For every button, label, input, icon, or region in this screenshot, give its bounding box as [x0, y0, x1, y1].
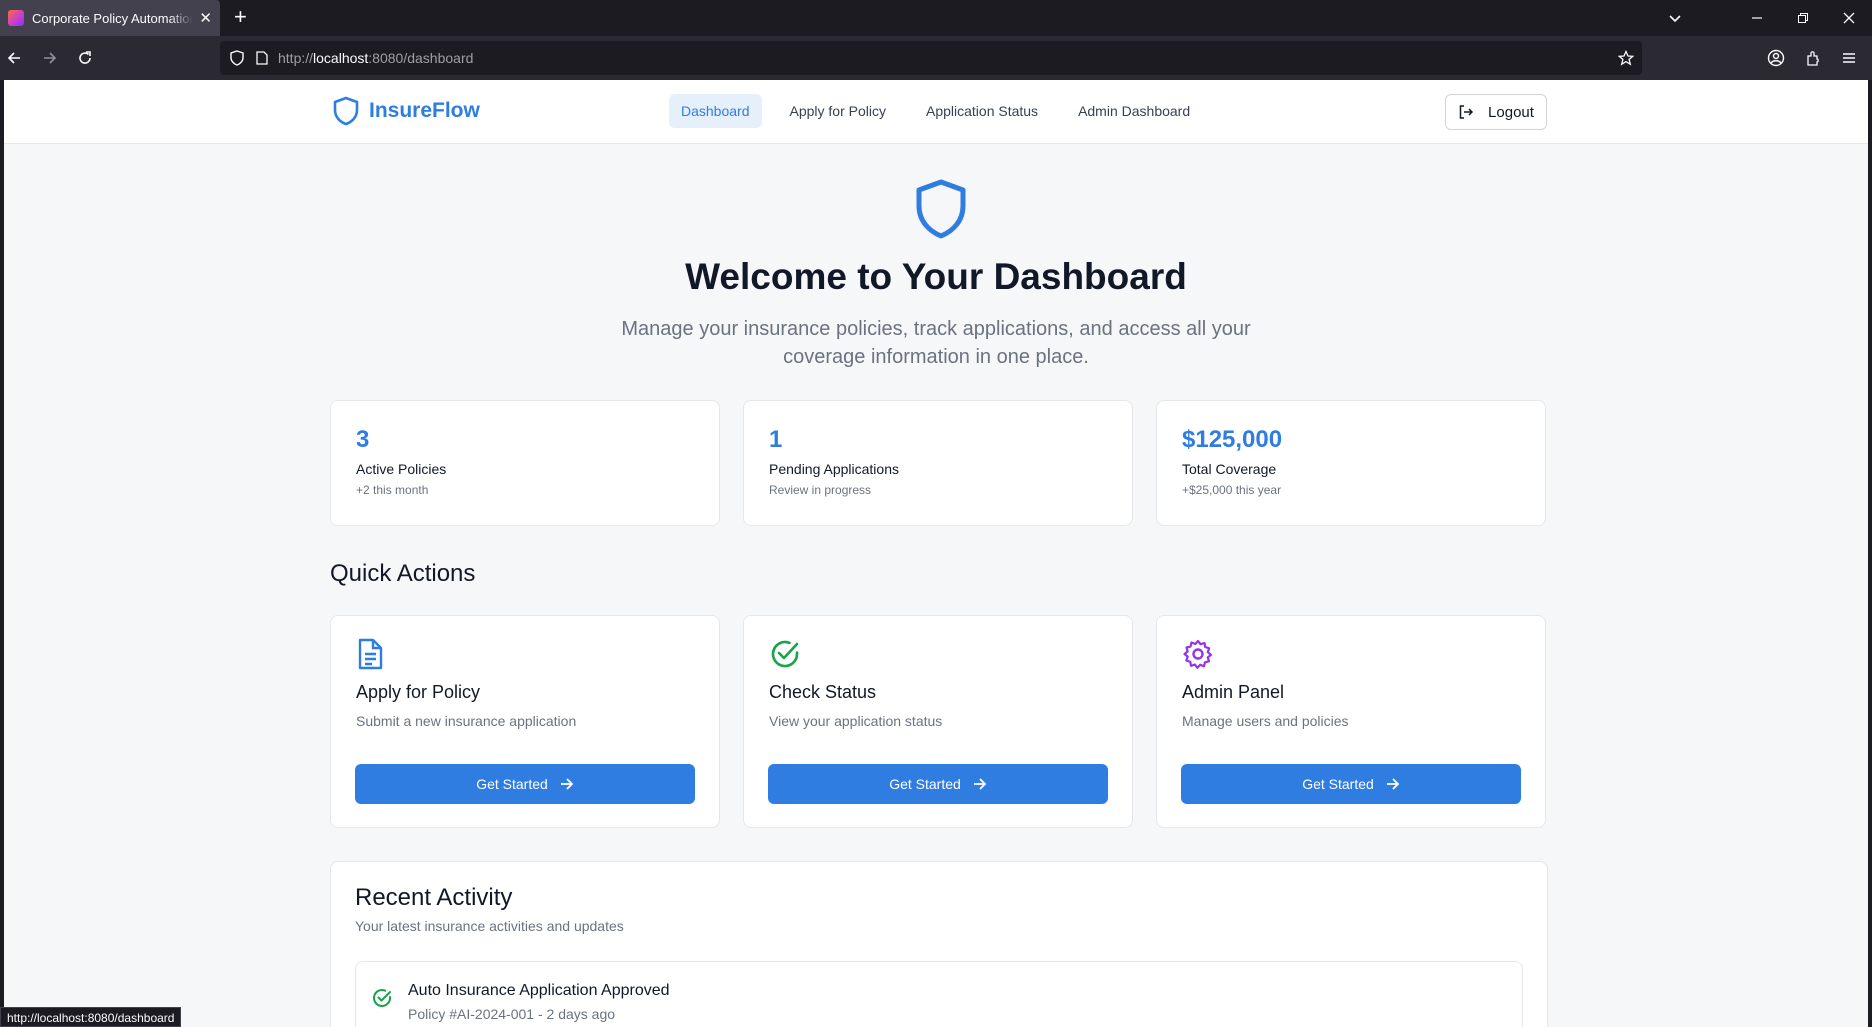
- shield-tracking-icon[interactable]: [230, 50, 244, 66]
- nav-dashboard[interactable]: Dashboard: [669, 94, 762, 128]
- arrow-right-icon: [973, 777, 987, 791]
- action-card-status: Check Status View your application statu…: [743, 615, 1133, 828]
- stat-value: 3: [356, 426, 370, 453]
- status-bar-url: http://localhost:8080/dashboard: [0, 1007, 182, 1027]
- new-tab-icon[interactable]: +: [234, 6, 247, 28]
- action-title: Apply for Policy: [356, 682, 481, 702]
- stat-card-pending-applications: 1 Pending Applications Review in progres…: [743, 400, 1133, 526]
- forward-icon[interactable]: [32, 36, 68, 80]
- stat-value: 1: [769, 426, 783, 453]
- arrow-right-icon: [560, 777, 574, 791]
- stat-label: Total Coverage: [1182, 461, 1277, 477]
- page-title: Welcome to Your Dashboard: [685, 256, 1187, 297]
- main-nav: Dashboard Apply for Policy Application S…: [669, 94, 1202, 128]
- logout-icon: [1458, 104, 1474, 120]
- get-started-button[interactable]: Get Started: [768, 764, 1108, 804]
- check-circle-icon: [372, 988, 392, 1013]
- url-host: localhost: [313, 50, 369, 66]
- address-bar[interactable]: http://localhost:8080/dashboard: [220, 41, 1642, 75]
- activity-title: Auto Insurance Application Approved: [408, 982, 670, 999]
- extensions-icon[interactable]: [1795, 36, 1831, 80]
- hero-shield-icon: [914, 178, 968, 245]
- brand-name: InsureFlow: [369, 99, 480, 122]
- favicon-icon: [8, 10, 24, 26]
- nav-admin-dashboard[interactable]: Admin Dashboard: [1066, 94, 1202, 128]
- stat-label: Active Policies: [356, 461, 447, 477]
- document-icon: [356, 638, 694, 672]
- arrow-right-icon: [1386, 777, 1400, 791]
- url-path: :8080/dashboard: [368, 50, 474, 66]
- restore-icon[interactable]: [1780, 0, 1826, 36]
- close-window-icon[interactable]: [1826, 0, 1872, 36]
- tab-close-icon[interactable]: ✕: [199, 9, 212, 27]
- nav-apply-for-policy[interactable]: Apply for Policy: [778, 94, 898, 128]
- bookmark-star-icon[interactable]: [1618, 50, 1634, 66]
- stat-card-active-policies: 3 Active Policies +2 this month: [330, 400, 720, 526]
- stat-hint: +2 this month: [356, 483, 429, 497]
- get-started-button[interactable]: Get Started: [1181, 764, 1521, 804]
- action-description: Manage users and policies: [1182, 713, 1349, 729]
- page-viewport: InsureFlow Dashboard Apply for Policy Ap…: [4, 80, 1868, 1027]
- activity-item[interactable]: Auto Insurance Application Approved Poli…: [355, 961, 1523, 1027]
- get-started-button[interactable]: Get Started: [355, 764, 695, 804]
- recent-activity-title: Recent Activity: [355, 884, 513, 911]
- stat-label: Pending Applications: [769, 461, 899, 477]
- browser-tab-bar: Corporate Policy Automation Ap ✕ +: [0, 0, 1872, 36]
- stat-hint: Review in progress: [769, 483, 872, 497]
- account-icon[interactable]: [1758, 36, 1794, 80]
- check-circle-icon: [769, 638, 1107, 672]
- gear-icon: [1182, 638, 1520, 672]
- browser-tab[interactable]: Corporate Policy Automation Ap ✕: [0, 0, 220, 36]
- app-header: InsureFlow Dashboard Apply for Policy Ap…: [4, 80, 1868, 144]
- browser-toolbar: http://localhost:8080/dashboard: [0, 36, 1872, 80]
- stat-hint: +$25,000 this year: [1182, 483, 1282, 497]
- recent-activity-card: Recent Activity Your latest insurance ac…: [330, 861, 1548, 1027]
- logout-label: Logout: [1488, 103, 1534, 121]
- back-icon[interactable]: [0, 36, 32, 80]
- activity-meta: Policy #AI-2024-001 - 2 days ago: [408, 1006, 616, 1022]
- scrollbar-track[interactable]: [1868, 80, 1872, 1027]
- tab-title: Corporate Policy Automation Ap: [32, 10, 194, 26]
- action-card-admin: Admin Panel Manage users and policies Ge…: [1156, 615, 1546, 828]
- button-label: Get Started: [476, 776, 548, 792]
- action-title: Check Status: [769, 682, 877, 702]
- stat-value: $125,000: [1182, 426, 1283, 453]
- action-card-apply: Apply for Policy Submit a new insurance …: [330, 615, 720, 828]
- recent-activity-subtitle: Your latest insurance activities and upd…: [355, 918, 624, 934]
- stat-card-total-coverage: $125,000 Total Coverage +$25,000 this ye…: [1156, 400, 1546, 526]
- button-label: Get Started: [889, 776, 961, 792]
- shield-logo-icon: [333, 96, 359, 126]
- action-description: Submit a new insurance application: [356, 713, 577, 729]
- action-title: Admin Panel: [1182, 682, 1285, 702]
- minimize-icon[interactable]: [1734, 0, 1780, 36]
- button-label: Get Started: [1302, 776, 1374, 792]
- page-info-icon[interactable]: [256, 51, 268, 65]
- url-prefix: http://: [278, 50, 314, 66]
- quick-actions-title: Quick Actions: [330, 560, 476, 587]
- action-description: View your application status: [769, 713, 943, 729]
- reload-icon[interactable]: [67, 36, 103, 80]
- page-subtitle: Manage your insurance policies, track ap…: [621, 318, 1251, 368]
- brand[interactable]: InsureFlow: [333, 96, 480, 126]
- nav-application-status[interactable]: Application Status: [914, 94, 1050, 128]
- menu-icon[interactable]: [1831, 36, 1867, 80]
- logout-button[interactable]: Logout: [1445, 94, 1547, 130]
- tab-list-icon[interactable]: [1652, 0, 1698, 36]
